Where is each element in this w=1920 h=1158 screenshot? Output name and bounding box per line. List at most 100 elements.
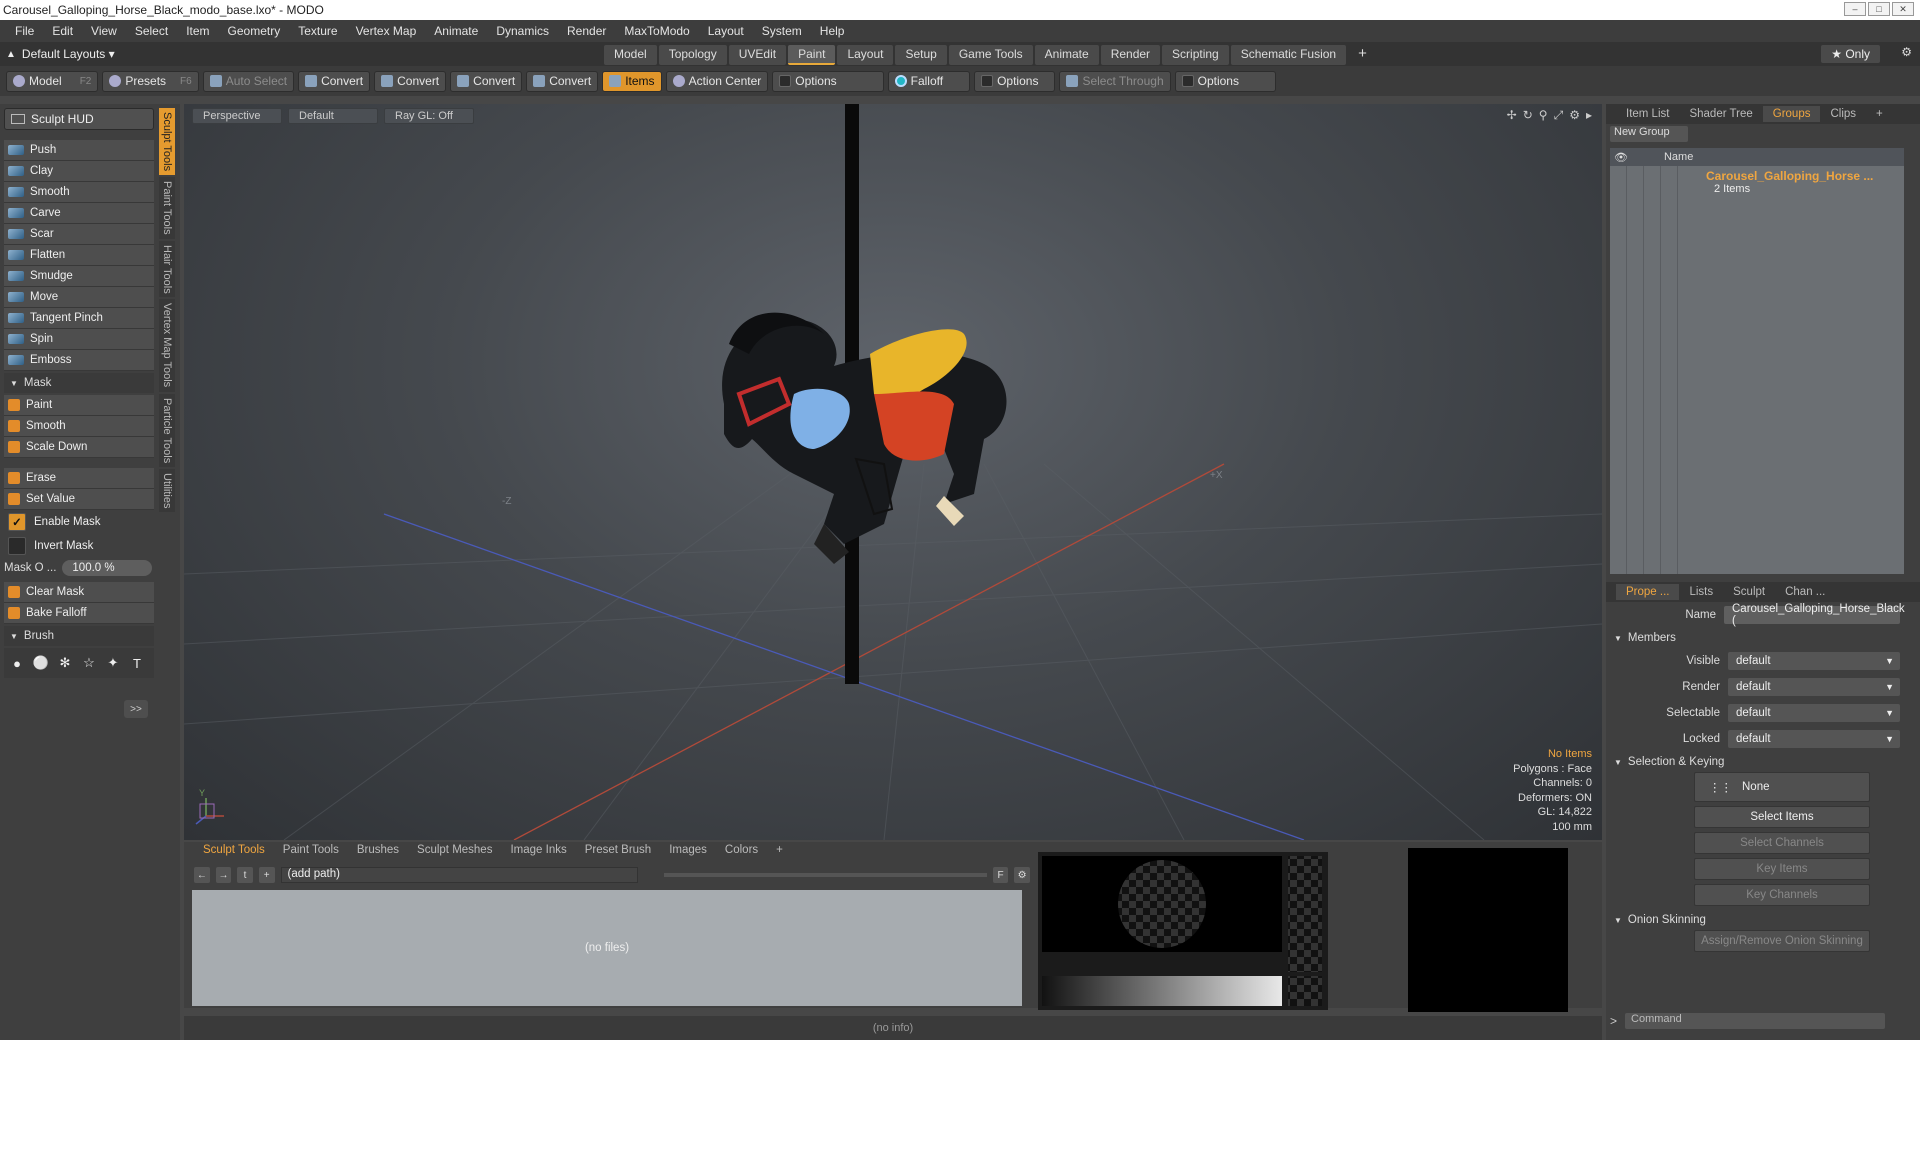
action-center-button[interactable]: Action Center xyxy=(665,70,769,92)
vtab-paint-tools[interactable]: Paint Tools xyxy=(159,177,175,239)
tab-image-inks[interactable]: Image Inks xyxy=(501,844,575,856)
key-items-button[interactable]: Key Items xyxy=(1694,858,1870,880)
3d-viewport[interactable]: +X -Z Y Perspective Default Ray GL: Off … xyxy=(184,104,1602,840)
items-button[interactable]: Items xyxy=(602,70,662,92)
menu-item[interactable]: Item xyxy=(177,24,218,38)
model-button[interactable]: Model F2 xyxy=(6,70,99,92)
vtab-hair-tools[interactable]: Hair Tools xyxy=(159,240,175,298)
name-column-header[interactable]: Name xyxy=(1664,151,1693,163)
tab-schematic-fusion[interactable]: Schematic Fusion xyxy=(1230,45,1347,65)
tool-carve[interactable]: Carve xyxy=(4,203,154,224)
members-section[interactable]: ▼ Members xyxy=(1606,628,1920,648)
convert-vertices-button[interactable]: Convert xyxy=(298,70,371,92)
tab-scripting[interactable]: Scripting xyxy=(1162,45,1229,65)
viewport-menu-icon[interactable]: ▸ xyxy=(1586,108,1592,123)
vtab-sculpt-tools[interactable]: Sculpt Tools xyxy=(159,108,175,176)
menu-help[interactable]: Help xyxy=(811,24,854,38)
mask-section[interactable]: ▼ Mask xyxy=(4,373,154,393)
convert-polygons-button[interactable]: Convert xyxy=(450,70,523,92)
vtab-utilities[interactable]: Utilities xyxy=(159,468,175,513)
tab-model[interactable]: Model xyxy=(604,45,657,65)
tab-sculpt[interactable]: Sculpt xyxy=(1723,584,1775,600)
tab-lists[interactable]: Lists xyxy=(1679,584,1723,600)
more-button[interactable]: >> xyxy=(124,700,148,718)
hard-brush-icon[interactable]: ⚪ xyxy=(32,654,50,672)
tab-layout[interactable]: Layout xyxy=(837,45,894,65)
view-type-dropdown[interactable]: Perspective xyxy=(192,108,282,124)
name-field[interactable]: Carousel_Galloping_Horse_Black ( xyxy=(1724,603,1905,627)
tool-move[interactable]: Move xyxy=(4,287,154,308)
raygl-toggle[interactable]: Ray GL: Off xyxy=(384,108,474,124)
tab-paint-tools-presets[interactable]: Paint Tools xyxy=(274,844,348,856)
tab-animate[interactable]: Animate xyxy=(1034,45,1099,65)
select-through-options-button[interactable]: Options xyxy=(1174,70,1276,92)
tool-emboss[interactable]: Emboss xyxy=(4,350,154,371)
select-through-button[interactable]: Select Through xyxy=(1059,70,1171,92)
tool-smudge[interactable]: Smudge xyxy=(4,266,154,287)
mask-scale-down-tool[interactable]: Scale Down xyxy=(4,437,154,458)
convert-edges-button[interactable]: Convert xyxy=(374,70,447,92)
soft-brush-icon[interactable]: ● xyxy=(8,654,26,672)
maximize-button[interactable]: □ xyxy=(1868,2,1890,16)
convert-materials-button[interactable]: Convert xyxy=(526,70,599,92)
add-tab-button[interactable]: + xyxy=(1348,45,1377,65)
minimize-button[interactable]: – xyxy=(1844,2,1866,16)
auto-select-button[interactable]: Auto Select xyxy=(202,70,295,92)
mask-smooth-tool[interactable]: Smooth xyxy=(4,416,154,437)
tab-channels[interactable]: Chan ... xyxy=(1775,584,1835,600)
locked-dropdown[interactable]: default ▼ xyxy=(1728,730,1900,748)
thumbnail-size-slider[interactable] xyxy=(664,873,987,877)
presets-button[interactable]: Presets F6 xyxy=(102,70,199,92)
shading-dropdown[interactable]: Default xyxy=(288,108,378,124)
menu-system[interactable]: System xyxy=(753,24,811,38)
menu-render[interactable]: Render xyxy=(558,24,615,38)
render-dropdown[interactable]: default ▼ xyxy=(1728,678,1900,696)
menu-file[interactable]: File xyxy=(6,24,43,38)
tab-groups[interactable]: Groups xyxy=(1762,106,1821,122)
maximize-viewport-icon[interactable]: ⤢ xyxy=(1554,108,1564,123)
tab-topology[interactable]: Topology xyxy=(658,45,727,65)
clear-mask-button[interactable]: Clear Mask xyxy=(4,582,154,603)
key-channels-button[interactable]: Key Channels xyxy=(1694,884,1870,906)
tab-shader-tree[interactable]: Shader Tree xyxy=(1679,106,1762,122)
text-brush-icon[interactable]: T xyxy=(128,654,146,672)
tool-smooth[interactable]: Smooth xyxy=(4,182,154,203)
filter-icon[interactable]: F xyxy=(992,867,1009,883)
default-layouts-dropdown[interactable]: ▲ Default Layouts ▾ xyxy=(6,47,115,61)
tab-sculpt-tools-presets[interactable]: Sculpt Tools xyxy=(194,844,274,856)
menu-dynamics[interactable]: Dynamics xyxy=(487,24,558,38)
vtab-particle-tools[interactable]: Particle Tools xyxy=(159,393,175,467)
add-browser-tab-icon[interactable]: + xyxy=(767,844,792,856)
falloff-options-button[interactable]: Options xyxy=(974,70,1056,92)
path-dropdown[interactable]: (add path) xyxy=(280,867,639,883)
visibility-column-icon[interactable]: 👁 xyxy=(1614,151,1628,164)
command-input[interactable]: Command xyxy=(1625,1013,1886,1029)
invert-mask-checkbox[interactable]: Invert Mask xyxy=(4,534,154,558)
none-button[interactable]: ⋮⋮ None xyxy=(1694,772,1870,802)
only-button[interactable]: ★ Only xyxy=(1821,45,1880,63)
selectable-dropdown[interactable]: default ▼ xyxy=(1728,704,1900,722)
close-button[interactable]: ✕ xyxy=(1892,2,1914,16)
tool-push[interactable]: Push xyxy=(4,140,154,161)
menu-maxtomodo[interactable]: MaxToModo xyxy=(615,24,698,38)
procedural-brush-icon[interactable]: ✦ xyxy=(104,654,122,672)
set-value-tool[interactable]: Set Value xyxy=(4,489,154,510)
mask-opacity-slider[interactable]: 100.0 % xyxy=(62,560,153,576)
menu-view[interactable]: View xyxy=(82,24,126,38)
up-folder-icon[interactable]: t xyxy=(237,867,253,883)
menu-animate[interactable]: Animate xyxy=(425,24,487,38)
selection-keying-section[interactable]: ▼ Selection & Keying xyxy=(1606,752,1920,772)
tool-scar[interactable]: Scar xyxy=(4,224,154,245)
file-view[interactable]: (no files) xyxy=(192,890,1022,1006)
sculpt-hud-button[interactable]: Sculpt HUD xyxy=(4,108,154,130)
bake-falloff-button[interactable]: Bake Falloff xyxy=(4,603,154,624)
menu-vertex-map[interactable]: Vertex Map xyxy=(347,24,426,38)
vtab-vertex-map-tools[interactable]: Vertex Map Tools xyxy=(159,299,175,392)
enable-mask-checkbox[interactable]: ✓ Enable Mask xyxy=(4,510,154,534)
erase-tool[interactable]: Erase xyxy=(4,468,154,489)
menu-edit[interactable]: Edit xyxy=(43,24,82,38)
tool-flatten[interactable]: Flatten xyxy=(4,245,154,266)
gear-icon[interactable]: ⚙ xyxy=(1901,45,1912,59)
mask-paint-tool[interactable]: Paint xyxy=(4,395,154,416)
menu-texture[interactable]: Texture xyxy=(289,24,346,38)
